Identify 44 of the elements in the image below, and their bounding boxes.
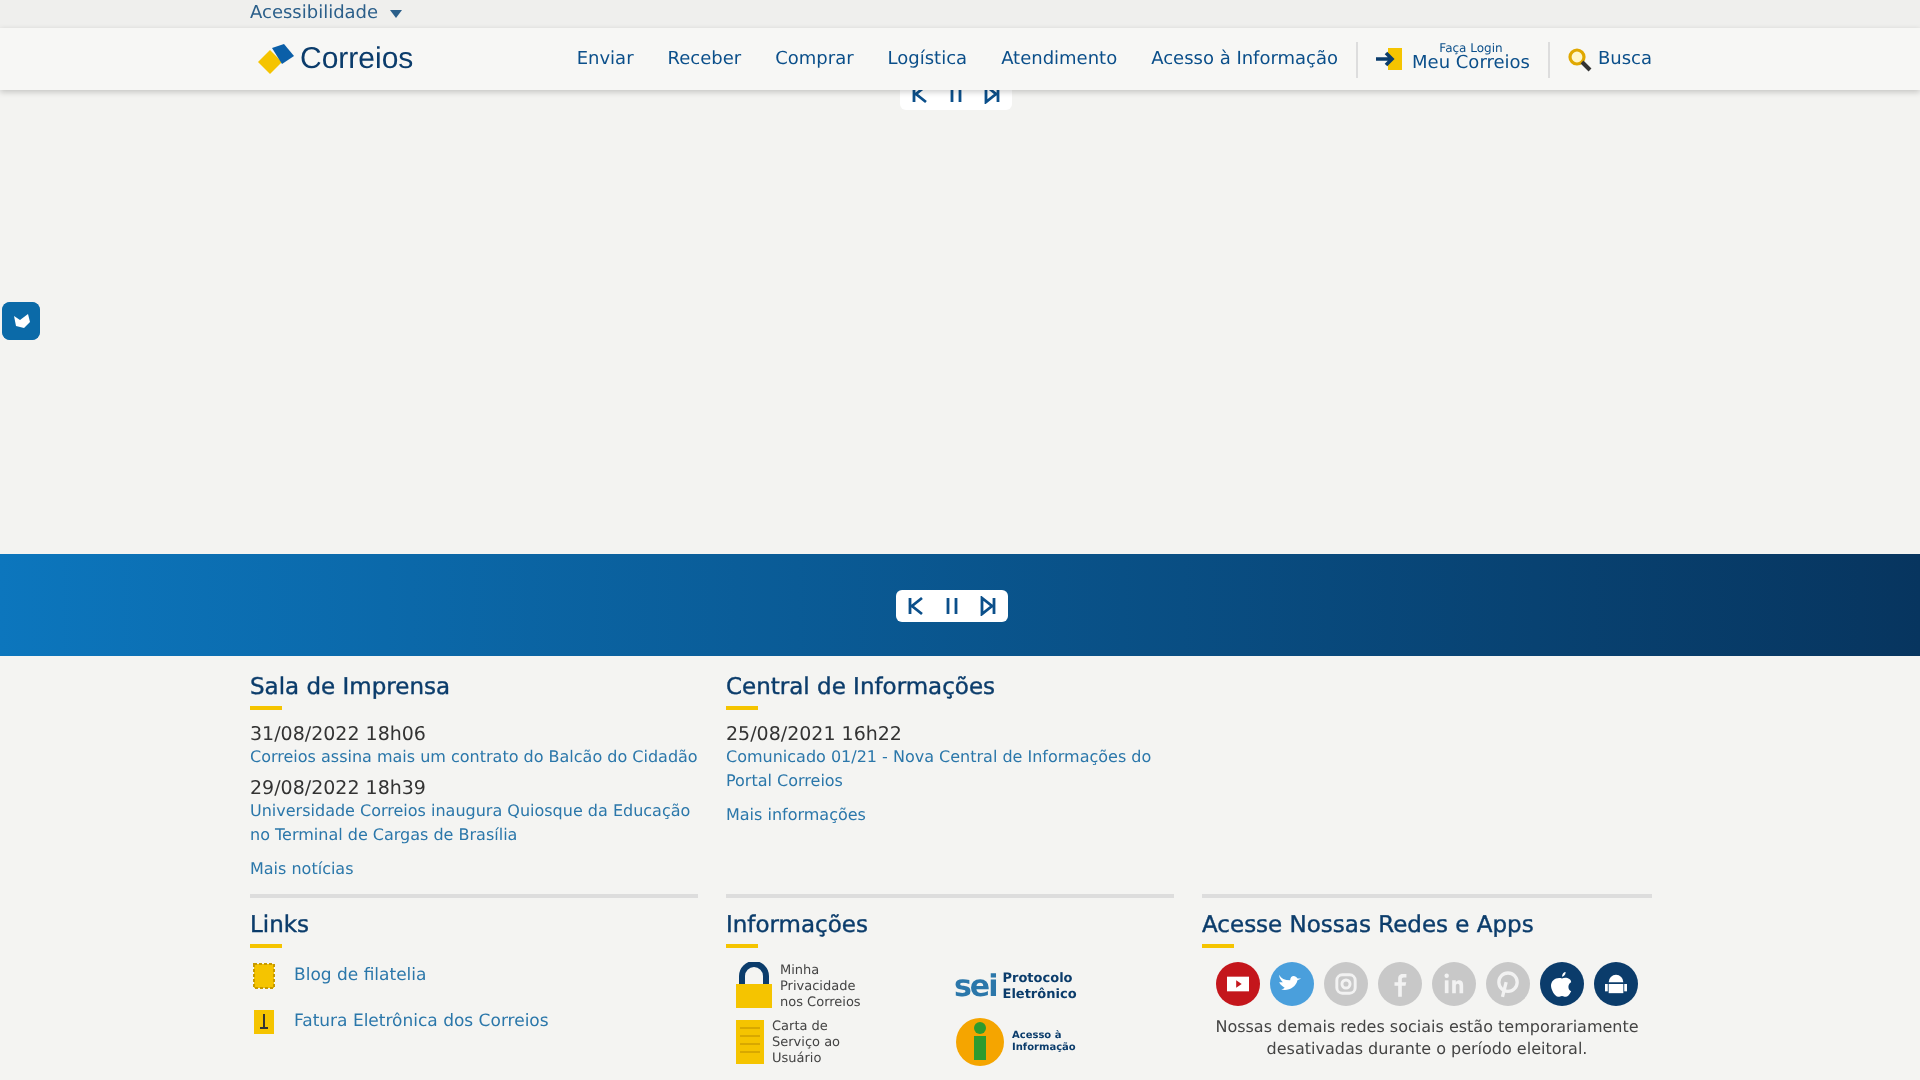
nav-link[interactable]: Acesso à Informação bbox=[1151, 49, 1339, 69]
notice-text: Nossas demais redes sociais estão temporariamente desativadas durante o período eleitoral. bbox=[1213, 1016, 1641, 1060]
search-icon bbox=[1567, 47, 1592, 71]
nav-link[interactable]: Atendimento bbox=[1001, 49, 1118, 69]
footer-link[interactable]: Fatura Eletrônica dos Correios bbox=[294, 1012, 549, 1032]
logo[interactable]: Correios bbox=[256, 42, 414, 76]
stamp-icon bbox=[250, 962, 278, 990]
section-title: Links bbox=[250, 910, 312, 938]
document-icon bbox=[734, 1018, 766, 1066]
padlock-icon bbox=[734, 962, 774, 1010]
nav-link[interactable]: Receber bbox=[667, 49, 742, 69]
invoice-icon bbox=[250, 1008, 278, 1036]
section-title: Informações bbox=[726, 910, 870, 938]
apple-icon[interactable] bbox=[1540, 962, 1584, 1006]
nav-link[interactable]: Comprar bbox=[775, 49, 854, 69]
news-link[interactable]: Universidade Correios inaugura Quiosque da Educação no Terminal de Cargas de Brasília bbox=[250, 800, 698, 848]
section-title: Central de Informações bbox=[726, 672, 998, 700]
play-icon[interactable] bbox=[1216, 962, 1260, 1006]
bird-icon[interactable] bbox=[1270, 962, 1314, 1006]
section-title: Sala de Imprensa bbox=[250, 672, 453, 700]
previous-icon[interactable] bbox=[910, 84, 930, 104]
next-icon[interactable] bbox=[982, 84, 1002, 104]
pause-icon[interactable] bbox=[946, 84, 966, 104]
news-date: 25/08/2021 16h22 bbox=[726, 724, 904, 746]
news-date: 31/08/2022 18h06 bbox=[250, 724, 428, 746]
caret-icon bbox=[390, 10, 403, 18]
more-link[interactable]: Mais informações bbox=[726, 804, 1174, 828]
news-link[interactable]: Comunicado 01/21 - Nova Central de Informações do Portal Correios bbox=[726, 746, 1174, 794]
more-link[interactable]: Mais notícias bbox=[250, 858, 698, 882]
login-icon bbox=[1376, 48, 1403, 70]
nav-link[interactable]: Enviar bbox=[576, 49, 634, 69]
footer-link[interactable]: Blog de filatelia bbox=[294, 966, 427, 986]
next-icon[interactable] bbox=[978, 595, 998, 615]
info-icon bbox=[954, 1016, 1006, 1068]
section-title: Acesse Nossas Redes e Apps bbox=[1202, 910, 1536, 938]
previous-icon[interactable] bbox=[906, 595, 926, 615]
pause-icon[interactable] bbox=[942, 595, 962, 615]
accessibility-menu[interactable]: Acessibilidade bbox=[250, 4, 403, 24]
news-date: 29/08/2022 18h39 bbox=[250, 778, 428, 800]
search-button[interactable]: Busca bbox=[1567, 47, 1652, 71]
sei-logo: sei bbox=[954, 968, 997, 1004]
nav-link[interactable]: Logística bbox=[887, 49, 968, 69]
logo-icon bbox=[256, 43, 296, 75]
news-link[interactable]: Correios assina mais um contrato do Balcão do Cidadão bbox=[250, 746, 698, 770]
